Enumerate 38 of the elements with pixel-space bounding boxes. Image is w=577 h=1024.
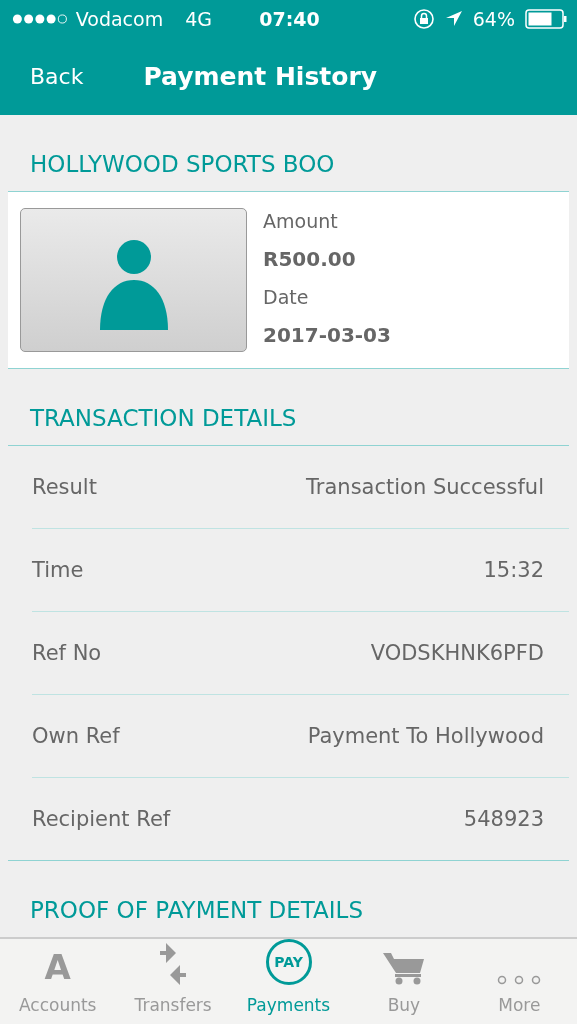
tab[interactable]: More bbox=[461, 939, 577, 1024]
tab[interactable]: PAY Payments bbox=[230, 939, 347, 1024]
signal-icon bbox=[12, 13, 68, 25]
detail-label: Ref No bbox=[32, 641, 102, 665]
back-button[interactable]: Back bbox=[0, 64, 84, 89]
detail-value: VODSKHNK6PFD bbox=[370, 641, 544, 665]
rotation-lock-icon bbox=[412, 8, 435, 30]
date-value: 2017-03-03 bbox=[263, 323, 391, 347]
section-heading: PROOF OF PAYMENT DETAILS bbox=[29, 896, 365, 925]
battery-percent: 64% bbox=[472, 8, 515, 30]
cart-icon bbox=[382, 951, 425, 985]
section-heading: TRANSACTION DETAILS bbox=[29, 404, 298, 433]
transfer-arrows-icon bbox=[160, 943, 187, 985]
carrier-name: Vodacom bbox=[75, 8, 164, 30]
status-time: 07:40 bbox=[259, 8, 320, 30]
detail-value: Transaction Successful bbox=[306, 475, 544, 499]
detail-label: Result bbox=[32, 475, 97, 499]
detail-label: Time bbox=[32, 558, 84, 582]
accounts-icon: A bbox=[44, 949, 71, 985]
amount-label: Amount bbox=[263, 210, 339, 232]
tab[interactable]: A Accounts bbox=[0, 939, 116, 1024]
tab[interactable]: Buy bbox=[346, 939, 462, 1024]
date-label: Date bbox=[263, 286, 310, 308]
section-heading: HOLLYWOOD SPORTS BOO bbox=[29, 150, 336, 179]
avatar-icon bbox=[20, 208, 247, 352]
battery-icon bbox=[525, 9, 567, 29]
detail-value: Payment To Hollywood bbox=[307, 724, 544, 748]
screen-title: Payment History bbox=[143, 62, 378, 91]
location-arrow-icon bbox=[444, 10, 463, 28]
detail-value: 15:32 bbox=[483, 558, 544, 582]
tab[interactable]: Transfers bbox=[115, 939, 231, 1024]
amount-value: R500.00 bbox=[263, 247, 357, 271]
pay-icon: PAY bbox=[265, 939, 312, 985]
detail-label: Recipient Ref bbox=[32, 807, 171, 831]
detail-label: Own Ref bbox=[32, 724, 120, 748]
detail-value: 548923 bbox=[463, 807, 544, 831]
more-icon bbox=[497, 975, 542, 985]
network-type: 4G bbox=[185, 8, 212, 30]
